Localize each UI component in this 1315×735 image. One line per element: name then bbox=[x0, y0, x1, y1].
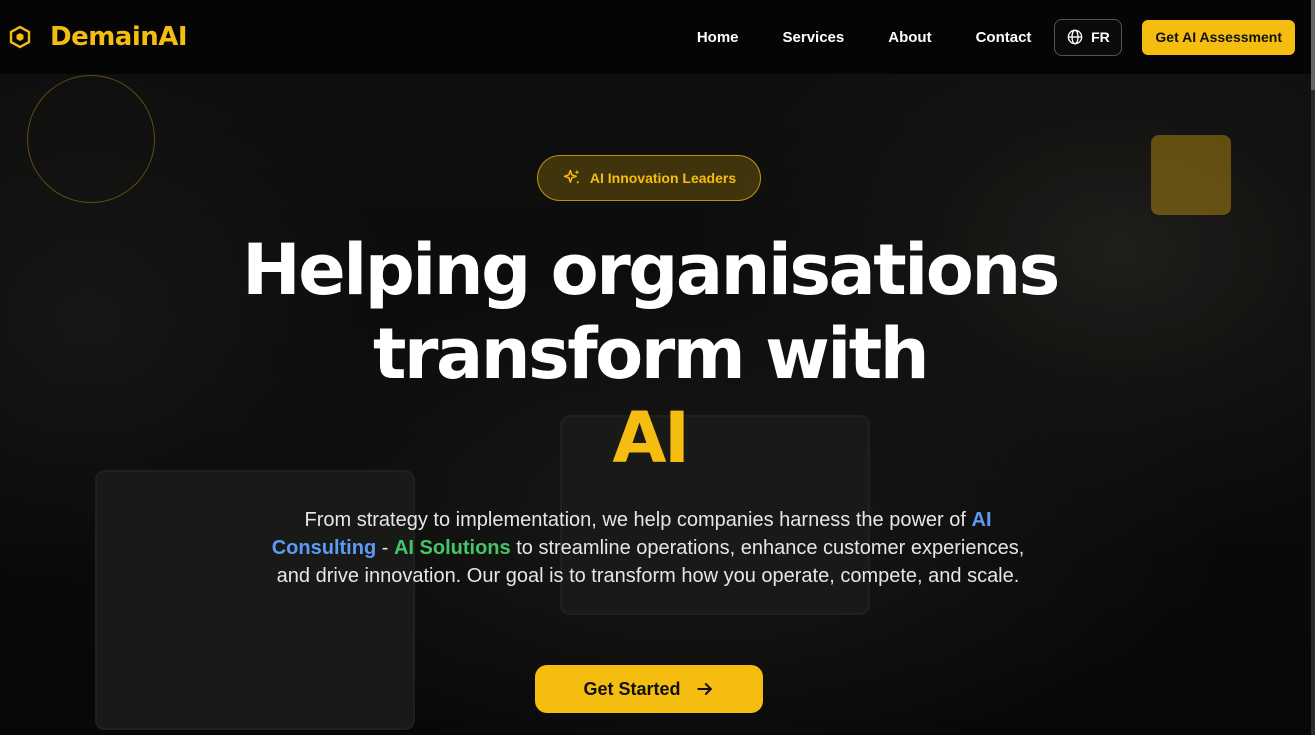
hero-description: From strategy to implementation, we help… bbox=[268, 506, 1028, 590]
highlight-ai-solutions: AI Solutions bbox=[393, 537, 511, 559]
main-nav: Home Services About Contact FR Get AI As… bbox=[697, 18, 1295, 56]
get-ai-assessment-button[interactable]: Get AI Assessment bbox=[1142, 19, 1295, 55]
sparkles-icon bbox=[563, 169, 580, 184]
brand-name: DemainAI bbox=[50, 22, 188, 52]
headline-line-1: Helping organisations bbox=[242, 229, 1060, 311]
get-started-button[interactable]: Get Started bbox=[535, 665, 763, 713]
headline-line-2: transform with bbox=[372, 313, 930, 395]
globe-icon bbox=[1067, 29, 1083, 45]
badge-label: AI Innovation Leaders bbox=[589, 170, 737, 186]
description-part-2: to streamline operations, enhance custom… bbox=[276, 537, 1025, 587]
nav-home[interactable]: Home bbox=[697, 29, 739, 46]
nav-about[interactable]: About bbox=[888, 29, 931, 46]
headline-accent: AI bbox=[612, 397, 690, 479]
get-started-label: Get Started bbox=[583, 678, 681, 699]
language-label: FR bbox=[1091, 29, 1110, 45]
nav-contact[interactable]: Contact bbox=[976, 29, 1032, 46]
hero-headline: Helping organisations transform with AI bbox=[200, 228, 1100, 480]
hexagon-icon bbox=[9, 25, 31, 49]
page-scrollbar[interactable] bbox=[1311, 0, 1315, 735]
decorative-circle bbox=[27, 75, 155, 203]
hero-badge: AI Innovation Leaders bbox=[537, 155, 761, 201]
language-switch-button[interactable]: FR bbox=[1054, 18, 1123, 56]
description-separator: - bbox=[381, 537, 389, 559]
scrollbar-thumb[interactable] bbox=[1311, 0, 1315, 90]
arrow-right-icon bbox=[696, 683, 712, 695]
site-header: DemainAI Home Services About Contact FR … bbox=[0, 0, 1311, 74]
description-part-1: From strategy to implementation, we help… bbox=[304, 509, 966, 531]
decorative-square bbox=[1151, 135, 1231, 215]
brand-logo[interactable]: DemainAI bbox=[8, 22, 188, 52]
nav-services[interactable]: Services bbox=[783, 29, 845, 46]
